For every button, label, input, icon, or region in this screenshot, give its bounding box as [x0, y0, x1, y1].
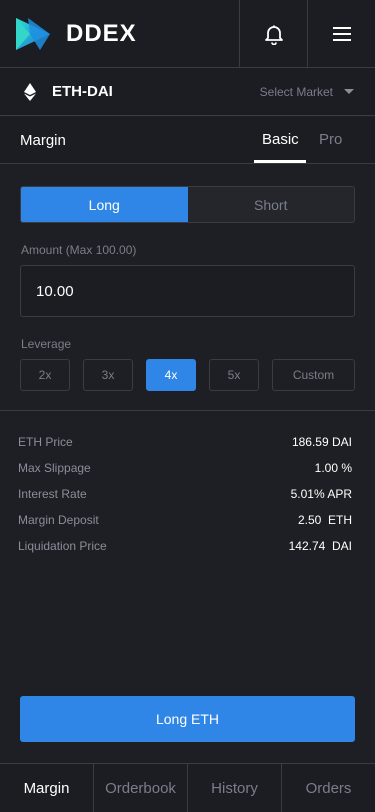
leverage-label: Leverage	[21, 337, 72, 351]
info-value: 1.00 %	[314, 461, 352, 475]
bell-icon	[264, 25, 283, 45]
leverage-4x-button[interactable]: 4x	[146, 359, 196, 391]
nav-history[interactable]: History	[187, 764, 281, 812]
tab-pro[interactable]: Pro	[319, 131, 342, 148]
logo[interactable]: DDEX	[16, 18, 137, 50]
info-row-liquidation-price: Liquidation Price 142.74 DAI	[18, 539, 352, 555]
info-label: ETH Price	[18, 435, 73, 449]
nav-orderbook[interactable]: Orderbook	[93, 764, 187, 812]
active-tab-indicator	[254, 160, 306, 163]
mode-tabs-row: Margin Basic Pro	[0, 117, 375, 164]
short-button[interactable]: Short	[188, 187, 355, 222]
long-button[interactable]: Long	[21, 187, 188, 222]
select-market-dropdown[interactable]: Select Market	[260, 85, 333, 99]
section-divider	[0, 410, 375, 411]
tab-basic[interactable]: Basic	[262, 131, 299, 148]
caret-down-icon[interactable]	[344, 89, 354, 94]
long-eth-button[interactable]: Long ETH	[20, 696, 355, 742]
leverage-5x-button[interactable]: 5x	[209, 359, 259, 391]
nav-margin[interactable]: Margin	[0, 764, 93, 812]
amount-input[interactable]	[20, 265, 355, 317]
info-value: 186.59 DAI	[291, 435, 352, 449]
info-row-margin-deposit: Margin Deposit 2.50 ETH	[18, 513, 352, 529]
bottom-nav: Margin Orderbook History Orders	[0, 763, 375, 812]
notifications-button[interactable]	[239, 0, 307, 68]
info-row-eth-price: ETH Price 186.59 DAI	[18, 435, 352, 451]
info-value: 142.74 DAI	[288, 539, 352, 553]
ddex-logo-icon	[16, 18, 50, 50]
info-row-max-slippage: Max Slippage 1.00 %	[18, 461, 352, 477]
leverage-2x-button[interactable]: 2x	[20, 359, 70, 391]
nav-orders[interactable]: Orders	[281, 764, 375, 812]
market-bar: ETH-DAI Select Market	[0, 68, 375, 116]
side-toggle: Long Short	[20, 186, 355, 223]
mode-title: Margin	[20, 132, 66, 149]
info-label: Interest Rate	[18, 487, 87, 501]
info-label: Max Slippage	[18, 461, 91, 475]
hamburger-menu-icon	[332, 27, 351, 41]
app-header: DDEX	[0, 0, 375, 68]
market-pair: ETH-DAI	[52, 83, 113, 100]
info-value: 5.01% APR	[290, 487, 352, 501]
menu-button[interactable]	[307, 0, 375, 68]
info-value: 2.50 ETH	[297, 513, 352, 527]
info-label: Margin Deposit	[18, 513, 99, 527]
leverage-3x-button[interactable]: 3x	[83, 359, 133, 391]
ethereum-icon	[24, 83, 36, 101]
amount-label: Amount (Max 100.00)	[21, 243, 137, 257]
leverage-custom-button[interactable]: Custom	[272, 359, 355, 391]
info-row-interest-rate: Interest Rate 5.01% APR	[18, 487, 352, 503]
logo-text: DDEX	[66, 20, 137, 47]
info-label: Liquidation Price	[18, 539, 107, 553]
